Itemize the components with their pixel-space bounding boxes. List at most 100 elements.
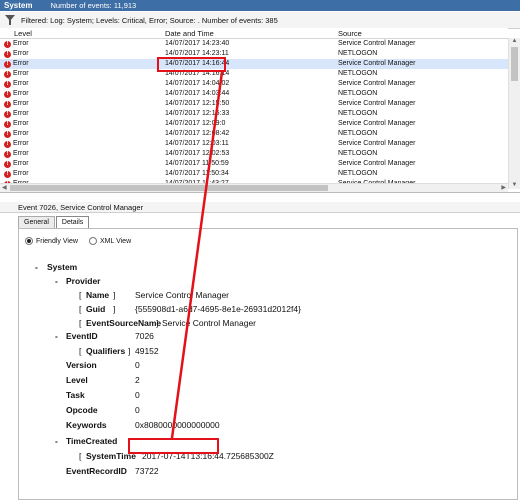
- error-icon: !: [4, 90, 11, 98]
- grid-header: Level Date and Time Source: [0, 28, 508, 39]
- value-qualifiers: 49152: [135, 346, 159, 356]
- cell-level: Error: [13, 50, 29, 57]
- collapse-system-icon[interactable]: -: [35, 262, 38, 272]
- cell-datetime: 14/07/2017 12:15:50: [165, 100, 230, 107]
- scroll-left-icon[interactable]: ◀: [2, 184, 7, 191]
- error-icon: !: [4, 150, 11, 158]
- key-level: Level: [66, 375, 88, 385]
- key-guid: Guid: [86, 304, 106, 314]
- cell-level: Error: [13, 150, 29, 157]
- bracket-close-icon: ]: [113, 290, 116, 300]
- table-row[interactable]: ! Error 14/07/2017 12:15:33 NETLOGON: [0, 109, 508, 119]
- scroll-thumb[interactable]: [511, 47, 518, 81]
- key-version: Version: [66, 360, 97, 370]
- table-row[interactable]: ! Error 14/07/2017 12:02:53 NETLOGON: [0, 149, 508, 159]
- value-eventid: 7026: [135, 331, 154, 341]
- column-datetime[interactable]: Date and Time: [165, 29, 214, 38]
- event-grid: Level Date and Time Source ! Error 14/07/2…: [0, 28, 520, 193]
- table-row[interactable]: ! Error 14/07/2017 11:50:34 NETLOGON: [0, 169, 508, 179]
- table-row[interactable]: ! Error 14/07/2017 14:03:44 NETLOGON: [0, 89, 508, 99]
- cell-source: NETLOGON: [338, 130, 378, 137]
- key-name: Name: [86, 290, 110, 300]
- friendly-xml-tree: - System - Provider [ Name ] Service Con…: [29, 259, 509, 495]
- collapse-provider-icon[interactable]: -: [55, 276, 58, 286]
- collapse-timecreated-icon[interactable]: -: [55, 436, 58, 446]
- column-source[interactable]: Source: [338, 29, 362, 38]
- key-opcode: Opcode: [66, 405, 98, 415]
- table-row[interactable]: ! Error 14/07/2017 14:23:40 Service Control…: [0, 39, 508, 49]
- friendly-view-radio[interactable]: Friendly View: [25, 237, 78, 245]
- event-count: Number of events: 11,913: [50, 1, 137, 10]
- value-keywords: 0x8080000000000000: [135, 420, 220, 430]
- cell-source: NETLOGON: [338, 70, 378, 77]
- column-level[interactable]: Level: [14, 29, 32, 38]
- value-version: 0: [135, 360, 140, 370]
- key-qualifiers: Qualifiers: [86, 346, 126, 356]
- bracket-close-icon: ]: [128, 346, 131, 356]
- cell-source: NETLOGON: [338, 50, 378, 57]
- cell-level: Error: [13, 130, 29, 137]
- detail-title: Event 7026, Service Control Manager: [18, 203, 144, 212]
- xml-view-radio[interactable]: XML View: [89, 237, 131, 245]
- table-row[interactable]: ! Error 14/07/2017 14:16:14 NETLOGON: [0, 69, 508, 79]
- key-task: Task: [66, 390, 85, 400]
- bracket-open-icon: [: [79, 304, 82, 314]
- grid-horizontal-scrollbar[interactable]: ◀ ▶: [0, 183, 508, 192]
- node-provider: Provider: [66, 276, 101, 286]
- collapse-eventid-icon[interactable]: -: [55, 331, 58, 341]
- bracket-close-icon: ]: [113, 304, 116, 314]
- scroll-up-icon[interactable]: ▲: [511, 38, 518, 45]
- cell-source: Service Control Manager: [338, 140, 416, 147]
- cell-level: Error: [13, 160, 29, 167]
- key-eventrecordid: EventRecordID: [66, 466, 127, 476]
- cell-datetime: 14/07/2017 11:50:34: [165, 170, 229, 177]
- error-icon: !: [4, 70, 11, 78]
- cell-datetime: 14/07/2017 14:04:02: [165, 80, 230, 87]
- hscroll-thumb[interactable]: [10, 185, 328, 191]
- table-row[interactable]: ! Error 14/07/2017 14:04:02 Service Control…: [0, 79, 508, 89]
- details-panel: Friendly View XML View - System - Provid…: [18, 228, 518, 500]
- xml-view-label: XML View: [100, 237, 132, 245]
- cell-datetime: 14/07/2017 12:09:0: [165, 120, 226, 127]
- cell-datetime: 14/07/2017 14:23:40: [165, 40, 230, 47]
- radio-unselected-icon[interactable]: [89, 237, 97, 245]
- cell-source: NETLOGON: [338, 110, 378, 117]
- table-row[interactable]: ! Error 14/07/2017 14:23:11 NETLOGON: [0, 49, 508, 59]
- value-eventsourcename: Service Control Manager: [162, 318, 257, 328]
- cell-source: NETLOGON: [338, 150, 378, 157]
- cell-source: Service Control Manager: [338, 120, 416, 127]
- cell-source: NETLOGON: [338, 90, 378, 97]
- bracket-open-icon: [: [79, 346, 82, 356]
- cell-source: NETLOGON: [338, 170, 378, 177]
- detail-tabs: General Details: [18, 216, 90, 229]
- table-row[interactable]: ! Error 14/07/2017 12:15:50 Service Control…: [0, 99, 508, 109]
- cell-level: Error: [13, 40, 29, 47]
- grid-vertical-scrollbar[interactable]: ▲ ▼: [508, 38, 520, 189]
- scroll-right-icon[interactable]: ▶: [501, 184, 506, 191]
- highlight-box-systemtime: [128, 438, 219, 454]
- bracket-open-icon: [: [79, 290, 82, 300]
- detail-header: Event 7026, Service Control Manager: [0, 202, 520, 213]
- key-timecreated: TimeCreated: [66, 436, 118, 446]
- value-eventrecordid: 73722: [135, 466, 159, 476]
- table-row[interactable]: ! Error 14/07/2017 12:09:0 Service Control …: [0, 119, 508, 129]
- error-icon: !: [4, 80, 11, 88]
- cell-level: Error: [13, 80, 29, 87]
- cell-source: Service Control Manager: [338, 40, 416, 47]
- table-row[interactable]: ! Error 14/07/2017 11:50:59 Service Control…: [0, 159, 508, 169]
- cell-datetime: 14/07/2017 12:03:11: [165, 140, 229, 147]
- bracket-open-icon: [: [79, 318, 82, 328]
- table-row[interactable]: ! Error 14/07/2017 12:08:42 NETLOGON: [0, 129, 508, 139]
- key-eventsourcename: EventSourceName: [86, 318, 162, 328]
- table-row[interactable]: ! Error 14/07/2017 12:03:11 Service Control…: [0, 139, 508, 149]
- highlight-box-row-time: [157, 57, 226, 72]
- error-icon: !: [4, 130, 11, 138]
- friendly-view-label: Friendly View: [36, 237, 78, 245]
- key-eventid: EventID: [66, 331, 98, 341]
- table-row[interactable]: ! Error 14/07/2017 14:16:44 Service Control…: [0, 59, 508, 69]
- bracket-open-icon: [: [79, 451, 82, 461]
- error-icon: !: [4, 40, 11, 48]
- radio-selected-icon[interactable]: [25, 237, 33, 245]
- error-icon: !: [4, 50, 11, 58]
- scroll-down-icon[interactable]: ▼: [511, 182, 518, 189]
